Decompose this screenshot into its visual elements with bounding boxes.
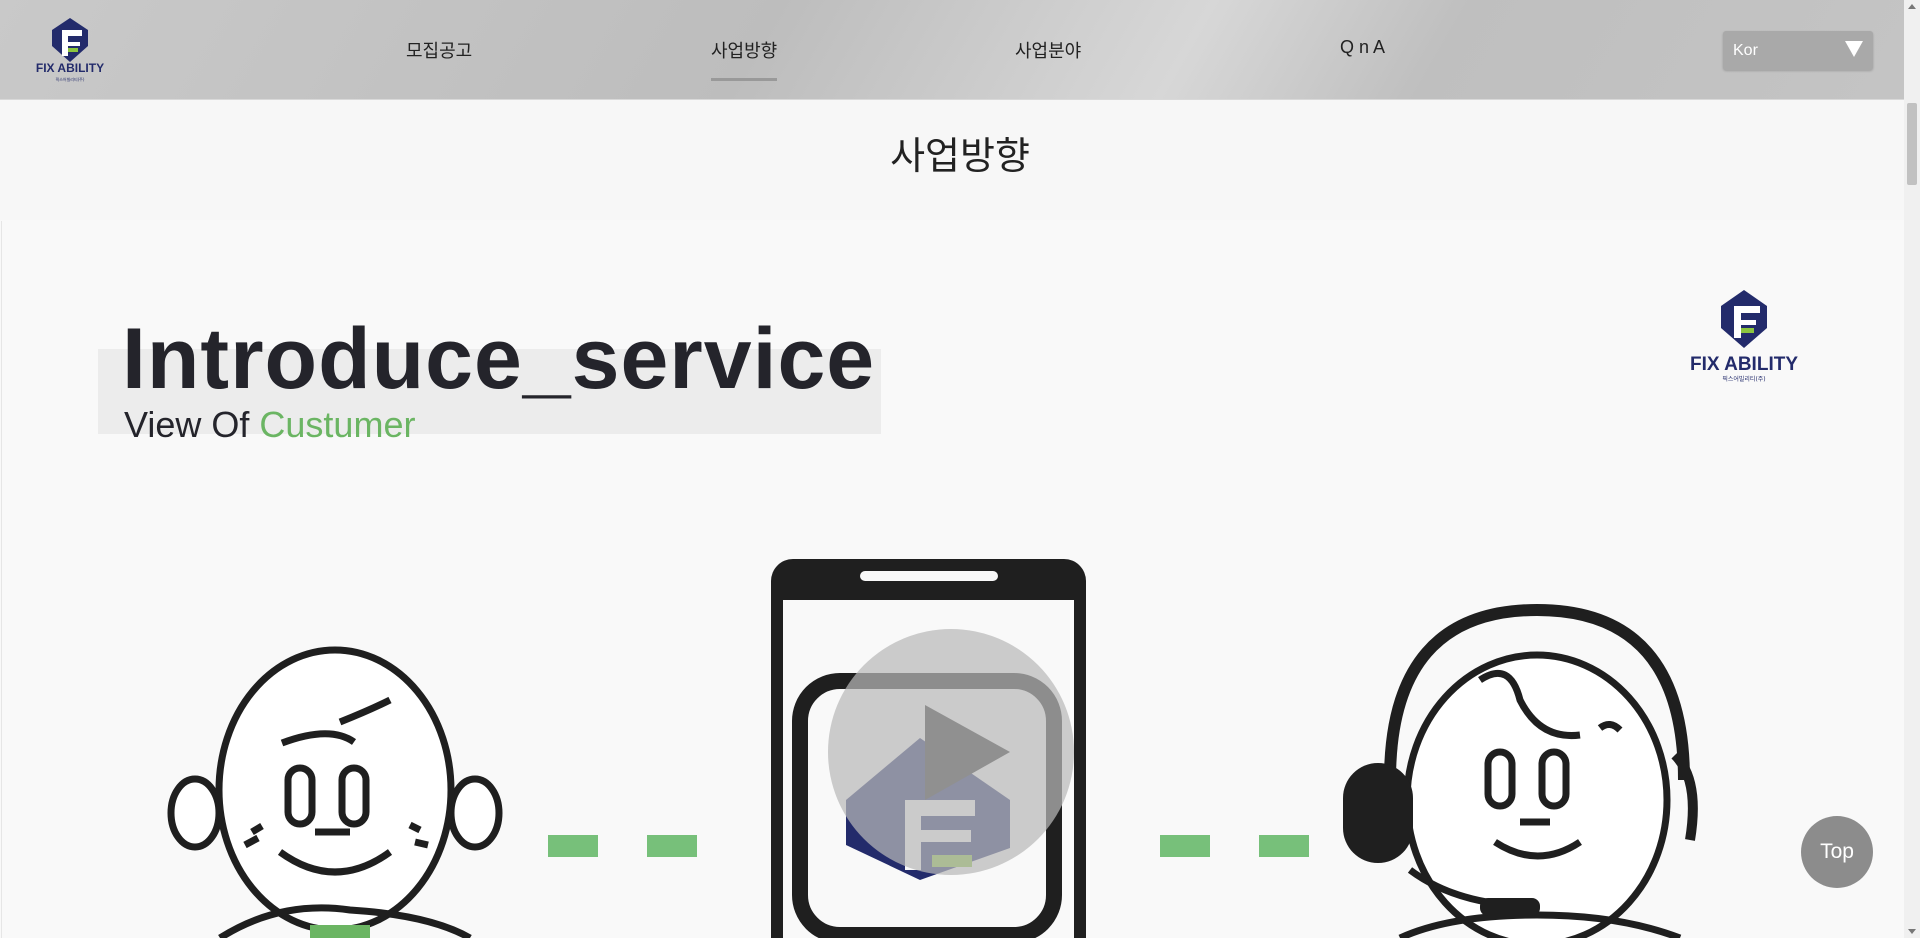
fixability-logo[interactable]: FIX ABILITY 픽스어빌리티(주) bbox=[28, 16, 112, 84]
service-illustration bbox=[167, 559, 1698, 938]
scrollbar-thumb[interactable] bbox=[1907, 103, 1917, 185]
subheadline-highlight: Custumer bbox=[259, 404, 416, 445]
svg-text:픽스어빌리티(주): 픽스어빌리티(주) bbox=[56, 76, 85, 82]
svg-text:픽스어빌리티(주): 픽스어빌리티(주) bbox=[1722, 375, 1765, 383]
svg-text:FIX ABILITY: FIX ABILITY bbox=[1690, 354, 1798, 375]
page-title: 사업방향 bbox=[890, 134, 1030, 178]
subheadline: View Of Custumer bbox=[124, 404, 415, 446]
scroll-down-icon[interactable] bbox=[1908, 929, 1916, 934]
caret-down-icon bbox=[1845, 41, 1863, 57]
connector-dash bbox=[647, 835, 697, 857]
language-select[interactable]: Kor bbox=[1723, 31, 1873, 70]
customer-illustration bbox=[167, 646, 503, 938]
nav-business-direction[interactable]: 사업방향 bbox=[711, 37, 778, 81]
connector-dash bbox=[1160, 835, 1210, 857]
headline: Introduce_service bbox=[122, 311, 876, 407]
scrollbar[interactable] bbox=[1904, 0, 1920, 938]
nav-recruitment[interactable]: 모집공고 bbox=[406, 37, 472, 63]
site-header: FIX ABILITY 픽스어빌리티(주) 모집공고 사업방향 사업분야 Q n… bbox=[0, 0, 1904, 100]
connector-dash bbox=[1259, 835, 1309, 857]
connector-dash bbox=[548, 835, 598, 857]
nav-business-field[interactable]: 사업분야 bbox=[1015, 37, 1081, 63]
scroll-up-icon[interactable] bbox=[1908, 4, 1916, 9]
nav-qna[interactable]: Q n A bbox=[1340, 37, 1385, 58]
support-agent-illustration bbox=[1384, 603, 1690, 938]
svg-text:FIX ABILITY: FIX ABILITY bbox=[36, 61, 104, 75]
brand-logo: FIX ABILITY 픽스어빌리티(주) bbox=[1690, 290, 1798, 383]
subheadline-prefix: View Of bbox=[124, 404, 250, 445]
language-value: Kor bbox=[1733, 42, 1758, 59]
back-to-top-button[interactable]: Top bbox=[1801, 816, 1873, 888]
